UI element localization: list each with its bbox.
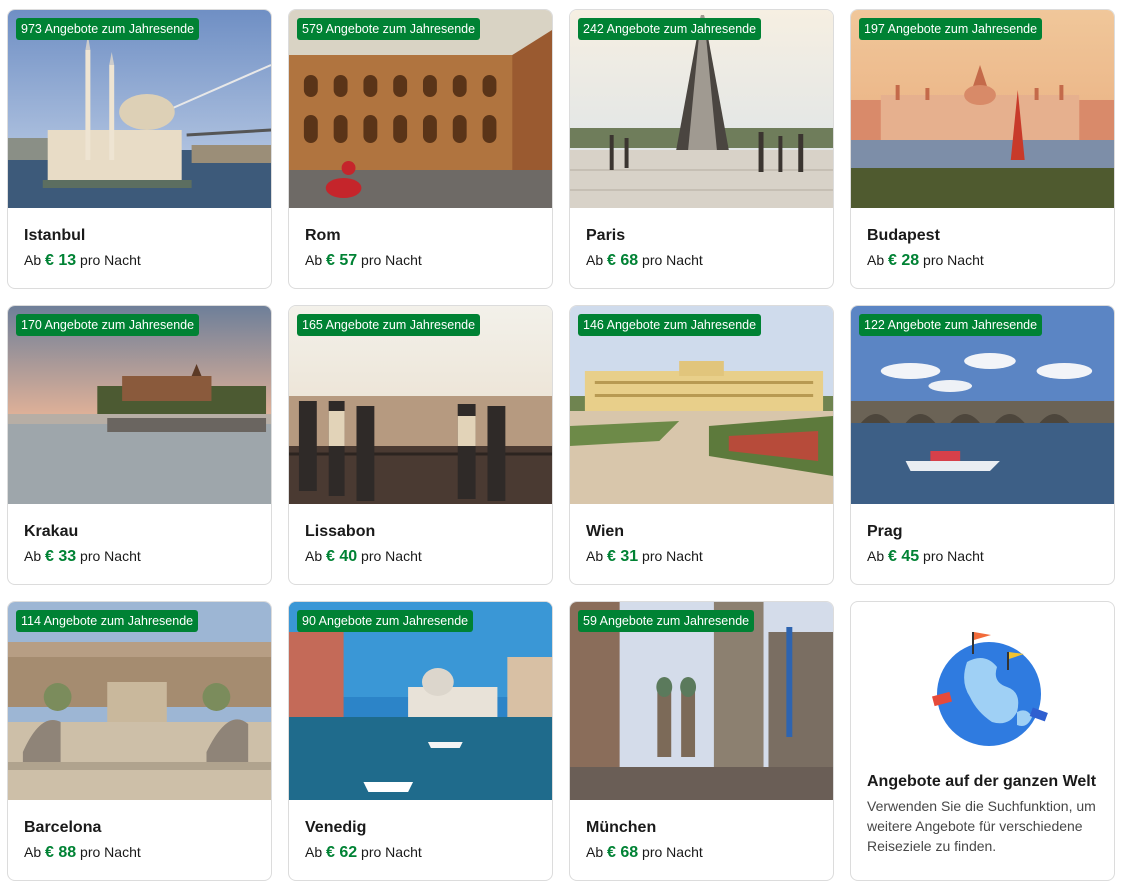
destination-card-istanbul[interactable]: 973 Angebote zum Jahresende Istanbul Ab … — [7, 9, 272, 289]
price-prefix: Ab — [24, 844, 42, 860]
price-prefix: Ab — [305, 548, 323, 564]
worldwide-offers-title: Angebote auf der ganzen Welt — [867, 773, 1097, 790]
price-amount: € 68 — [607, 844, 639, 861]
destination-card-barcelona[interactable]: 114 Angebote zum Jahresende Barcelona Ab… — [7, 601, 272, 881]
price-suffix: pro Nacht — [361, 548, 422, 564]
price-prefix: Ab — [586, 844, 604, 860]
destination-card-muenchen[interactable]: 59 Angebote zum Jahresende München Ab € … — [569, 601, 834, 881]
destination-card-rom[interactable]: 579 Angebote zum Jahresende Rom Ab € 57 … — [288, 9, 553, 289]
destination-card-budapest[interactable]: 197 Angebote zum Jahresende Budapest Ab … — [850, 9, 1115, 289]
offer-count-badge: 90 Angebote zum Jahresende — [297, 610, 474, 632]
worldwide-offers-card[interactable]: Angebote auf der ganzen Welt Verwenden S… — [850, 601, 1115, 881]
price-prefix: Ab — [586, 252, 604, 268]
city-name: Krakau — [24, 523, 79, 540]
city-name: München — [586, 819, 657, 836]
destination-photo-barcelona: 114 Angebote zum Jahresende — [8, 602, 271, 800]
destination-photo-venedig: 90 Angebote zum Jahresende — [289, 602, 552, 800]
offer-count-badge: 170 Angebote zum Jahresende — [16, 314, 200, 336]
city-name: Lissabon — [305, 523, 376, 540]
price-amount: € 88 — [45, 844, 77, 861]
price-line: Ab € 28 pro Nacht — [867, 250, 1098, 271]
offer-count-badge: 242 Angebote zum Jahresende — [578, 18, 762, 40]
offer-count-badge: 165 Angebote zum Jahresende — [297, 314, 481, 336]
destination-card-krakau[interactable]: 170 Angebote zum Jahresende Krakau Ab € … — [7, 305, 272, 585]
price-line: Ab € 33 pro Nacht — [24, 546, 255, 567]
globe-illustration — [867, 616, 1098, 764]
destination-card-paris[interactable]: 242 Angebote zum Jahresende Paris Ab € 6… — [569, 9, 834, 289]
price-amount: € 33 — [45, 548, 77, 565]
destination-photo-lissabon: 165 Angebote zum Jahresende — [289, 306, 552, 504]
price-suffix: pro Nacht — [923, 548, 984, 564]
destination-card-venedig[interactable]: 90 Angebote zum Jahresende Venedig Ab € … — [288, 601, 553, 881]
price-line: Ab € 40 pro Nacht — [305, 546, 536, 567]
city-name: Wien — [586, 523, 625, 540]
offer-count-badge: 146 Angebote zum Jahresende — [578, 314, 762, 336]
price-line: Ab € 68 pro Nacht — [586, 842, 817, 863]
destination-photo-budapest: 197 Angebote zum Jahresende — [851, 10, 1114, 208]
price-suffix: pro Nacht — [80, 844, 141, 860]
price-line: Ab € 45 pro Nacht — [867, 546, 1098, 567]
city-name: Prag — [867, 523, 903, 540]
globe-icon — [932, 632, 1048, 746]
price-suffix: pro Nacht — [642, 252, 703, 268]
price-line: Ab € 62 pro Nacht — [305, 842, 536, 863]
price-suffix: pro Nacht — [80, 548, 141, 564]
price-line: Ab € 31 pro Nacht — [586, 546, 817, 567]
price-prefix: Ab — [867, 252, 885, 268]
price-suffix: pro Nacht — [642, 548, 703, 564]
offer-count-badge: 114 Angebote zum Jahresende — [16, 610, 199, 632]
city-name: Venedig — [305, 819, 367, 836]
price-prefix: Ab — [867, 548, 885, 564]
destination-photo-istanbul: 973 Angebote zum Jahresende — [8, 10, 271, 208]
price-prefix: Ab — [586, 548, 604, 564]
worldwide-offers-description: Verwenden Sie die Suchfunktion, um weite… — [867, 798, 1096, 854]
price-prefix: Ab — [24, 548, 42, 564]
destination-photo-paris: 242 Angebote zum Jahresende — [570, 10, 833, 208]
price-suffix: pro Nacht — [923, 252, 984, 268]
destination-card-prag[interactable]: 122 Angebote zum Jahresende Prag Ab € 45… — [850, 305, 1115, 585]
price-amount: € 28 — [888, 252, 920, 269]
destination-photo-wien: 146 Angebote zum Jahresende — [570, 306, 833, 504]
city-name: Barcelona — [24, 819, 102, 836]
price-prefix: Ab — [305, 844, 323, 860]
price-line: Ab € 68 pro Nacht — [586, 250, 817, 271]
price-amount: € 40 — [326, 548, 358, 565]
destination-grid: 973 Angebote zum Jahresende Istanbul Ab … — [7, 9, 1115, 881]
price-suffix: pro Nacht — [80, 252, 141, 268]
destination-photo-krakau: 170 Angebote zum Jahresende — [8, 306, 271, 504]
destination-photo-rom: 579 Angebote zum Jahresende — [289, 10, 552, 208]
offer-count-badge: 122 Angebote zum Jahresende — [859, 314, 1043, 336]
destination-photo-prag: 122 Angebote zum Jahresende — [851, 306, 1114, 504]
destination-card-wien[interactable]: 146 Angebote zum Jahresende Wien Ab € 31… — [569, 305, 834, 585]
offer-count-badge: 59 Angebote zum Jahresende — [578, 610, 755, 632]
city-name: Rom — [305, 227, 341, 244]
price-amount: € 62 — [326, 844, 358, 861]
price-line: Ab € 57 pro Nacht — [305, 250, 536, 271]
offer-count-badge: 579 Angebote zum Jahresende — [297, 18, 481, 40]
price-suffix: pro Nacht — [642, 844, 703, 860]
price-amount: € 31 — [607, 548, 639, 565]
destination-photo-muenchen: 59 Angebote zum Jahresende — [570, 602, 833, 800]
offer-count-badge: 197 Angebote zum Jahresende — [859, 18, 1043, 40]
price-prefix: Ab — [24, 252, 42, 268]
price-line: Ab € 88 pro Nacht — [24, 842, 255, 863]
price-prefix: Ab — [305, 252, 323, 268]
price-suffix: pro Nacht — [361, 844, 422, 860]
city-name: Istanbul — [24, 227, 86, 244]
offer-count-badge: 973 Angebote zum Jahresende — [16, 18, 200, 40]
price-amount: € 45 — [888, 548, 920, 565]
destination-card-lissabon[interactable]: 165 Angebote zum Jahresende Lissabon Ab … — [288, 305, 553, 585]
price-line: Ab € 13 pro Nacht — [24, 250, 255, 271]
price-amount: € 13 — [45, 252, 77, 269]
price-suffix: pro Nacht — [361, 252, 422, 268]
city-name: Paris — [586, 227, 626, 244]
price-amount: € 68 — [607, 252, 639, 269]
city-name: Budapest — [867, 227, 940, 244]
price-amount: € 57 — [326, 252, 358, 269]
